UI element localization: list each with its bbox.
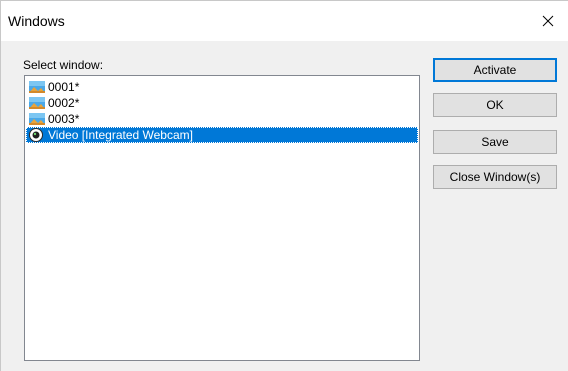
webcam-icon — [29, 128, 43, 142]
image-icon — [29, 113, 45, 125]
list-item-selected[interactable]: Video [Integrated Webcam] — [26, 127, 418, 143]
close-windows-button[interactable]: Close Window(s) — [433, 165, 557, 189]
image-icon — [29, 97, 45, 109]
image-icon — [29, 81, 45, 93]
save-button[interactable]: Save — [433, 130, 557, 154]
list-item-label: Video [Integrated Webcam] — [48, 128, 193, 142]
list-item-label: 0003* — [48, 112, 80, 126]
dialog-title: Windows — [8, 13, 65, 29]
window-listbox[interactable]: 0001* 0002* 0003* Video [Integrated Webc… — [24, 75, 420, 361]
select-window-label: Select window: — [23, 58, 104, 72]
close-button[interactable] — [528, 1, 568, 41]
list-item[interactable]: 0002* — [29, 95, 79, 111]
close-icon — [542, 15, 554, 27]
list-item[interactable]: 0001* — [29, 79, 79, 95]
ok-button[interactable]: OK — [433, 93, 557, 117]
title-bar: Windows — [1, 1, 568, 41]
list-item[interactable]: 0003* — [29, 111, 79, 127]
activate-button[interactable]: Activate — [433, 58, 557, 82]
list-item-label: 0001* — [48, 80, 80, 94]
list-item-label: 0002* — [48, 96, 80, 110]
windows-dialog: Windows Select window: 0001* 0002* 0003*… — [0, 0, 568, 371]
